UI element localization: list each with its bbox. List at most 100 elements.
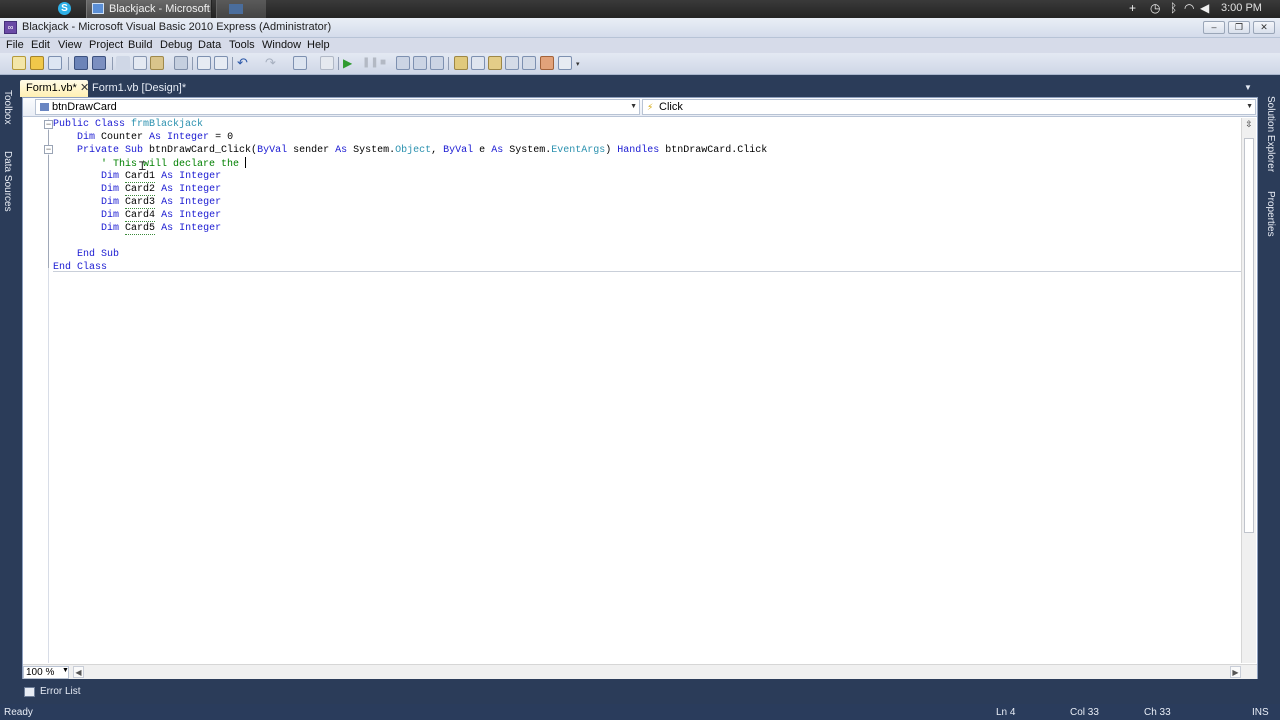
horizontal-scrollbar[interactable]: 100 % ▼ ◀ ▶: [23, 664, 1257, 679]
bluetooth-icon[interactable]: ᛒ: [1170, 1, 1177, 15]
navigation-bar: btnDrawCard ▼ ⚡ Click ▼: [23, 98, 1257, 117]
window-icon: [229, 4, 243, 14]
menu-help[interactable]: Help: [307, 39, 330, 51]
solution-explorer-icon[interactable]: [454, 56, 468, 70]
properties-window-icon[interactable]: [471, 56, 485, 70]
code-line-9: Dim Card5 As Integer: [101, 223, 222, 235]
column-number: Col 33: [1070, 707, 1099, 718]
uncomment-icon[interactable]: [214, 56, 228, 70]
scrollbar-thumb[interactable]: [1244, 138, 1254, 533]
tab-label: Form1.vb*: [26, 82, 77, 94]
chevron-down-icon[interactable]: ▼: [62, 667, 69, 674]
vertical-scrollbar[interactable]: ⇳: [1241, 118, 1256, 663]
method-name-value: Click: [659, 101, 683, 113]
find-icon[interactable]: [174, 56, 188, 70]
solution-explorer-tab[interactable]: Solution Explorer: [1265, 96, 1276, 172]
collapse-class-icon[interactable]: −: [44, 120, 53, 129]
menu-edit[interactable]: Edit: [31, 39, 50, 51]
maximize-button[interactable]: ❐: [1228, 21, 1250, 34]
menu-tools[interactable]: Tools: [229, 39, 255, 51]
code-area[interactable]: Public Class frmBlackjack Dim Counter As…: [53, 118, 1243, 663]
properties-tab[interactable]: Properties: [1265, 191, 1276, 237]
tab-form1-design[interactable]: Form1.vb [Design]*: [86, 80, 196, 97]
code-line-11: End Class: [53, 262, 108, 273]
tab-label: Form1.vb [Design]*: [92, 82, 187, 94]
object-browser-icon[interactable]: [488, 56, 502, 70]
collapse-sub-icon[interactable]: −: [44, 145, 53, 154]
toolbar-options-icon[interactable]: ▾: [576, 56, 590, 70]
code-line-5: Dim Card1 As Integer: [101, 171, 222, 183]
menu-window[interactable]: Window: [262, 39, 301, 51]
toolbar-separator: [448, 57, 449, 70]
undo-icon[interactable]: ↶: [237, 56, 251, 70]
wifi-icon[interactable]: ◠: [1184, 1, 1194, 15]
close-button[interactable]: ✕: [1253, 21, 1275, 34]
character-number: Ch 33: [1144, 707, 1171, 718]
clock-icon[interactable]: ◷: [1150, 1, 1160, 15]
navigate-back-icon[interactable]: [293, 56, 307, 70]
comment-icon[interactable]: [197, 56, 211, 70]
open-file-icon[interactable]: [30, 56, 44, 70]
step-out-icon[interactable]: [430, 56, 444, 70]
clock[interactable]: 3:00 PM: [1221, 2, 1262, 14]
cut-icon[interactable]: [116, 56, 130, 70]
menu-debug[interactable]: Debug: [160, 39, 192, 51]
menu-data[interactable]: Data: [198, 39, 221, 51]
menu-view[interactable]: View: [58, 39, 82, 51]
minimize-button[interactable]: –: [1203, 21, 1225, 34]
scroll-right-icon[interactable]: ▶: [1230, 666, 1241, 678]
menu-project[interactable]: Project: [89, 39, 123, 51]
taskbar-item-2[interactable]: [216, 0, 266, 18]
paste-icon[interactable]: [150, 56, 164, 70]
control-icon: [40, 103, 49, 111]
toolbar-separator: [68, 57, 69, 70]
database-explorer-icon[interactable]: [522, 56, 536, 70]
class-name-value: btnDrawCard: [52, 101, 117, 113]
procedure-separator: [53, 271, 1243, 272]
code-line-1: Public Class frmBlackjack: [53, 119, 204, 130]
start-page-icon[interactable]: [540, 56, 554, 70]
toolbar-separator: [192, 57, 193, 70]
add-item-icon[interactable]: [48, 56, 62, 70]
new-project-icon[interactable]: [12, 56, 26, 70]
apple-icon[interactable]: [16, 2, 28, 15]
start-debugging-icon[interactable]: ▶: [343, 56, 357, 70]
splitter-icon[interactable]: ⇳: [1244, 120, 1254, 130]
plus-icon[interactable]: +: [1129, 1, 1136, 15]
menu-build[interactable]: Build: [128, 39, 152, 51]
navigate-forward-icon[interactable]: [320, 56, 334, 70]
toolbar-separator: [338, 57, 339, 70]
error-list-tab[interactable]: Error List: [24, 686, 81, 697]
pause-icon[interactable]: ❚❚: [362, 56, 379, 70]
editor-gutter: − −: [23, 118, 53, 663]
stop-icon[interactable]: ■: [380, 56, 394, 70]
step-into-icon[interactable]: [396, 56, 410, 70]
code-editor: btnDrawCard ▼ ⚡ Click ▼ − − Public Class…: [22, 97, 1258, 679]
tab-list-dropdown-icon[interactable]: ▼: [1244, 83, 1252, 92]
taskbar-item-blackjack[interactable]: Blackjack - Microsoft...: [86, 0, 212, 18]
copy-icon[interactable]: [133, 56, 147, 70]
method-name-combo[interactable]: ⚡ Click ▼: [642, 99, 1256, 115]
tab-form1-vb[interactable]: Form1.vb* ✕: [20, 80, 89, 97]
insert-mode: INS: [1252, 707, 1269, 718]
scroll-left-icon[interactable]: ◀: [73, 666, 84, 678]
data-sources-tab[interactable]: Data Sources: [2, 151, 13, 212]
step-over-icon[interactable]: [413, 56, 427, 70]
redo-icon[interactable]: ↷: [265, 56, 279, 70]
document-tabs: Form1.vb* ✕ Form1.vb [Design]* ▼: [16, 80, 1262, 97]
mouse-cursor-icon: Ɪ: [139, 160, 146, 174]
class-name-combo[interactable]: btnDrawCard ▼: [35, 99, 640, 115]
skype-icon[interactable]: S: [58, 2, 71, 15]
toolbar-separator: [232, 57, 233, 70]
volume-icon[interactable]: ◀: [1200, 1, 1209, 15]
outline-line: [48, 130, 49, 145]
error-list-label: Error List: [40, 686, 81, 697]
extension-manager-icon[interactable]: [558, 56, 572, 70]
save-all-icon[interactable]: [92, 56, 106, 70]
bottom-tool-tabs: Error List: [16, 680, 1262, 700]
save-icon[interactable]: [74, 56, 88, 70]
toolbox-icon[interactable]: [505, 56, 519, 70]
code-line-4: ' This will declare the: [53, 157, 247, 170]
menu-file[interactable]: File: [6, 39, 24, 51]
toolbox-tab[interactable]: Toolbox: [2, 90, 13, 124]
